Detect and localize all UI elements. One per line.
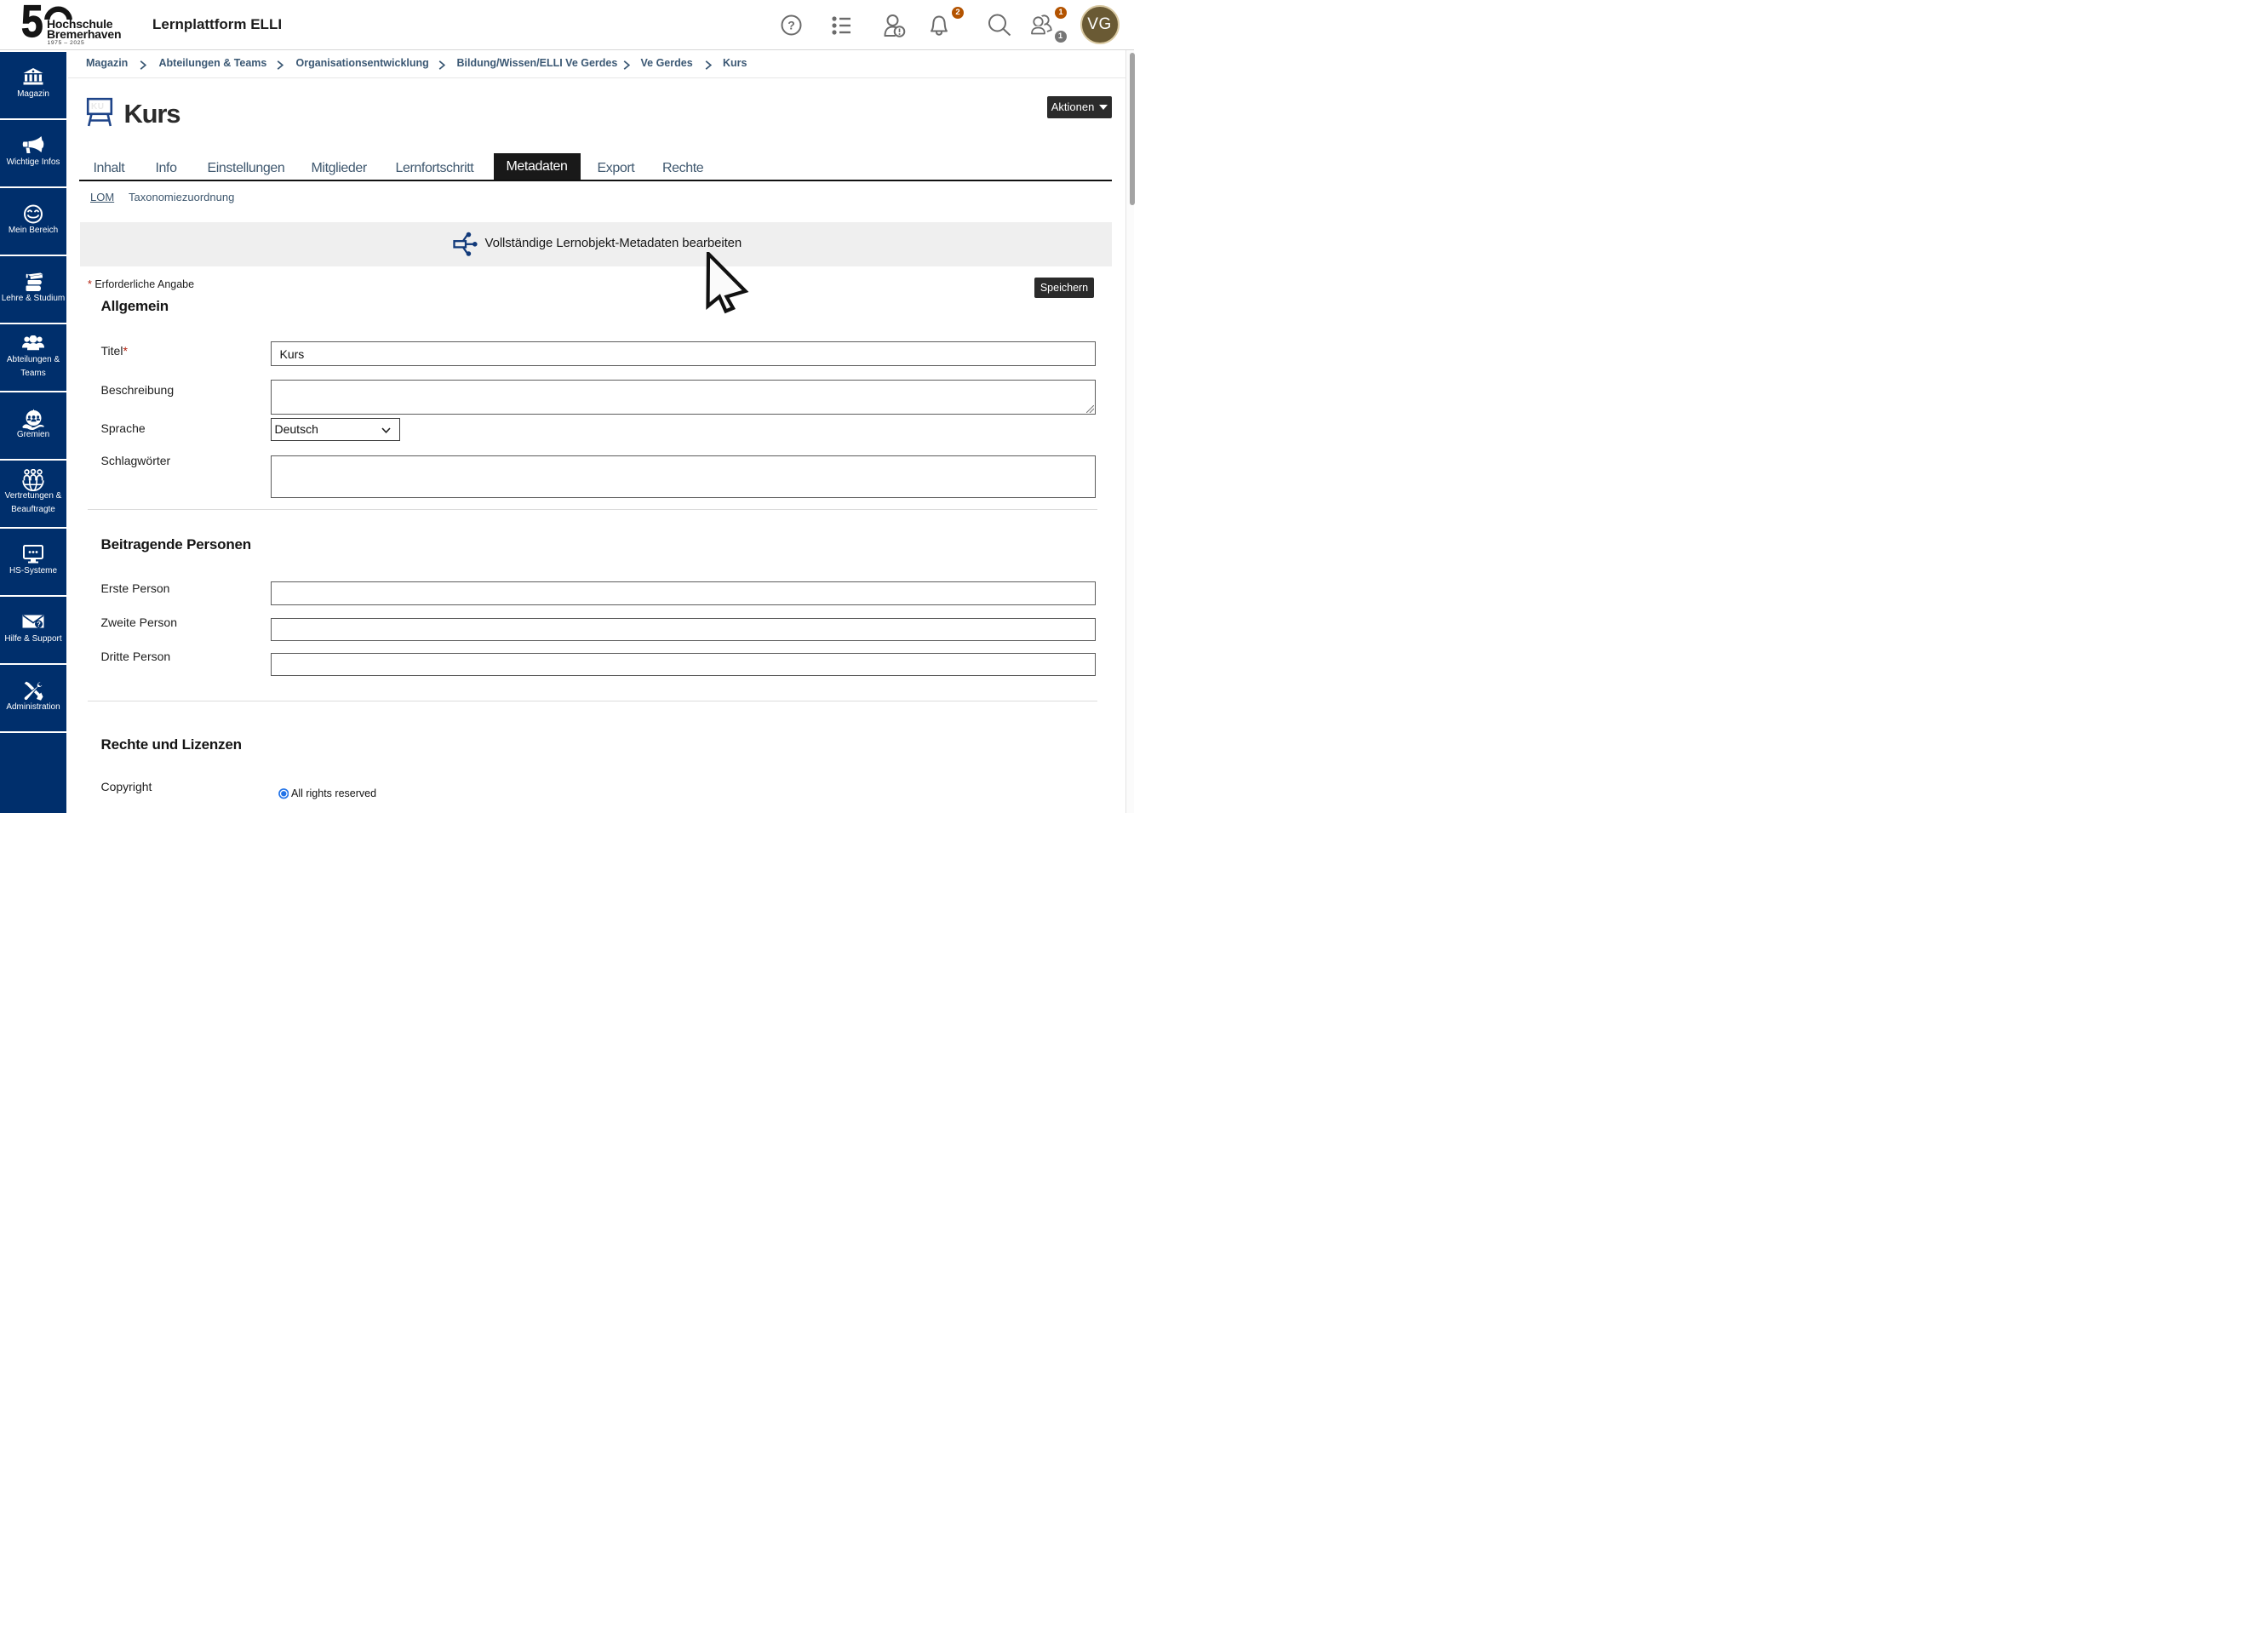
svg-text:?: ? <box>37 621 41 628</box>
svg-text:?: ? <box>788 19 795 32</box>
